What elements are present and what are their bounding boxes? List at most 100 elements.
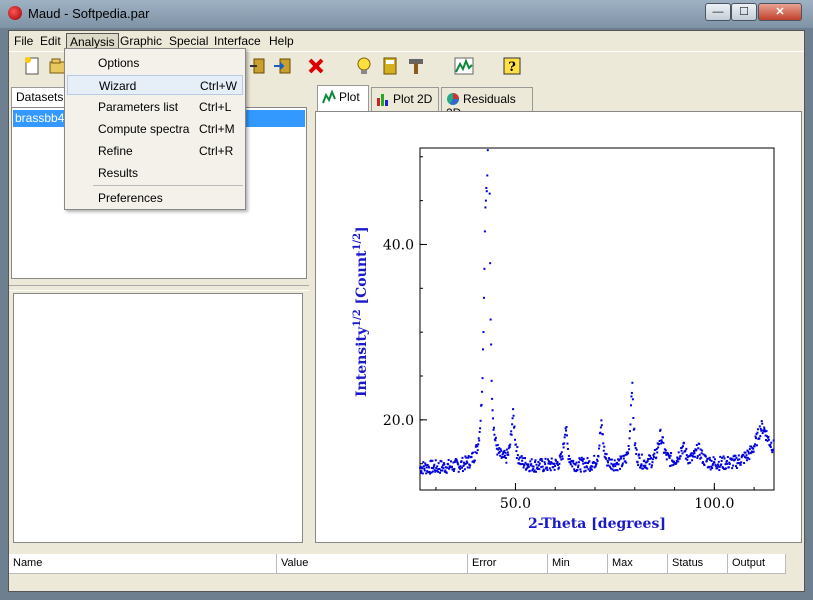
data-point [437,462,440,465]
data-point [614,469,617,472]
data-point [496,444,499,447]
data-point [628,437,631,440]
data-point [541,460,544,463]
tab-plot-2d-label: Plot 2D [393,92,433,106]
data-point [646,460,649,463]
menu-item-refine[interactable]: Refine Ctrl+R [67,141,243,161]
data-point [713,461,716,464]
data-point [747,450,750,453]
data-point [672,463,675,466]
data-point [583,466,586,469]
title-bar[interactable]: Maud - Softpedia.par — ☐ ✕ [0,0,813,28]
data-point [755,444,758,447]
menu-file[interactable]: File [11,33,36,49]
delete-icon[interactable] [305,56,327,78]
data-point [546,458,549,461]
data-point [512,414,515,417]
data-point [640,453,643,456]
minimize-button[interactable]: — [705,3,731,21]
menu-item-results[interactable]: Results [67,163,243,183]
tab-plot-2d[interactable]: Plot 2D [371,87,439,111]
app-icon[interactable] [8,6,22,20]
data-point [638,453,641,456]
data-point [643,459,646,462]
data-point [686,458,689,461]
lightbulb-icon[interactable] [353,56,375,78]
data-point [475,452,478,455]
data-point [755,437,758,440]
data-point [477,443,480,446]
tab-plot[interactable]: Plot [317,85,369,111]
data-point [725,459,728,462]
data-point [543,461,546,464]
data-point [575,461,578,464]
data-point [650,464,653,467]
data-point [510,430,513,433]
plot-canvas[interactable]: 50.0 100.0 20.0 40.0 2-Theta [degrees] Inte… [315,111,802,543]
hammer-icon[interactable] [405,56,427,78]
data-point [735,466,738,469]
col-name[interactable]: Name [9,554,277,574]
data-point [754,443,757,446]
close-button[interactable]: ✕ [758,3,802,21]
data-point [588,469,591,472]
help-icon[interactable]: ? [501,56,523,78]
data-point [692,455,695,458]
export-icon[interactable] [271,56,293,78]
data-point [761,422,764,425]
col-status[interactable]: Status [668,554,728,574]
menu-edit[interactable]: Edit [37,33,64,49]
tab-residuals-2d[interactable]: Residuals 2D [441,87,533,120]
plot-icon[interactable] [453,56,475,78]
data-point [500,449,503,452]
data-point [677,451,680,454]
menu-item-wizard[interactable]: Wizard Ctrl+W [67,75,243,95]
splitter[interactable] [9,285,309,291]
data-point [508,446,511,449]
data-point [422,465,425,468]
import-icon[interactable] [247,56,269,78]
data-point [700,452,703,455]
data-point [512,408,515,411]
menu-special[interactable]: Special [166,33,211,49]
data-point [612,469,615,472]
data-point [752,450,755,453]
data-point [577,461,580,464]
col-max[interactable]: Max [608,554,668,574]
menu-graphic[interactable]: Graphic [117,33,165,49]
object-view-panel[interactable] [13,293,303,543]
data-point [600,424,603,427]
col-min[interactable]: Min [548,554,608,574]
calculator-icon[interactable] [379,56,401,78]
col-error[interactable]: Error [468,554,548,574]
menu-interface[interactable]: Interface [211,33,264,49]
data-point [632,416,635,419]
data-point [724,467,727,470]
data-point [492,426,495,429]
data-point [618,467,621,470]
x-tick-label: 100.0 [694,496,734,512]
menu-help[interactable]: Help [266,33,297,49]
new-file-icon[interactable] [21,56,43,78]
data-point [595,462,598,465]
data-point [719,455,722,458]
menu-item-options[interactable]: Options [67,53,243,73]
x-axis-label: 2-Theta [degrees] [528,516,666,532]
col-value[interactable]: Value [277,554,468,574]
menu-item-preferences[interactable]: Preferences [67,188,243,208]
data-point [613,463,616,466]
data-point [577,464,580,467]
data-point [442,467,445,470]
menu-item-parameters-list[interactable]: Parameters list Ctrl+L [67,97,243,117]
data-point [567,454,570,457]
maximize-button[interactable]: ☐ [731,3,757,21]
col-output[interactable]: Output [728,554,786,574]
data-point [535,463,538,466]
menu-item-compute-spectra[interactable]: Compute spectra Ctrl+M [67,119,243,139]
data-point [662,441,665,444]
data-point [579,470,582,473]
data-point [450,465,453,468]
tab-datasets[interactable]: Datasets [11,87,65,107]
data-point [546,469,549,472]
data-point [494,436,497,439]
